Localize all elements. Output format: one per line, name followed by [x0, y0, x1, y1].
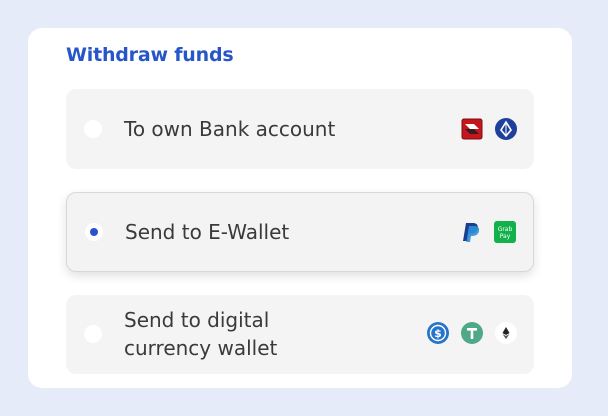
paypal-icon: [460, 221, 482, 243]
svg-text:$: $: [434, 327, 442, 340]
option-icons: $: [427, 322, 517, 344]
withdraw-card: Withdraw funds To own Bank account Send …: [28, 28, 572, 388]
radio-dot: [90, 228, 98, 236]
option-e-wallet[interactable]: Send to E-Wallet Grab Pay: [66, 192, 534, 272]
option-label: Send to E-Wallet: [125, 220, 290, 244]
radio-button[interactable]: [84, 120, 102, 138]
grabpay-text-line2: Pay: [500, 233, 511, 240]
dbs-bank-icon: [461, 118, 483, 140]
option-icons: [461, 118, 517, 140]
option-label: Send to digital currency wallet: [124, 308, 278, 360]
option-icons: Grab Pay: [460, 221, 516, 243]
grabpay-icon: Grab Pay: [494, 221, 516, 243]
page-title: Withdraw funds: [66, 44, 234, 66]
ocbc-bank-icon: [495, 118, 517, 140]
radio-button[interactable]: [84, 325, 102, 343]
tether-icon: [461, 322, 483, 344]
option-bank-account[interactable]: To own Bank account: [66, 89, 534, 169]
radio-button-selected[interactable]: [85, 223, 103, 241]
usdc-icon: $: [427, 322, 449, 344]
grabpay-text-line1: Grab: [498, 226, 513, 233]
ethereum-icon: [495, 322, 517, 344]
option-label: To own Bank account: [124, 117, 336, 141]
option-digital-currency-wallet[interactable]: Send to digital currency wallet $: [66, 295, 534, 374]
